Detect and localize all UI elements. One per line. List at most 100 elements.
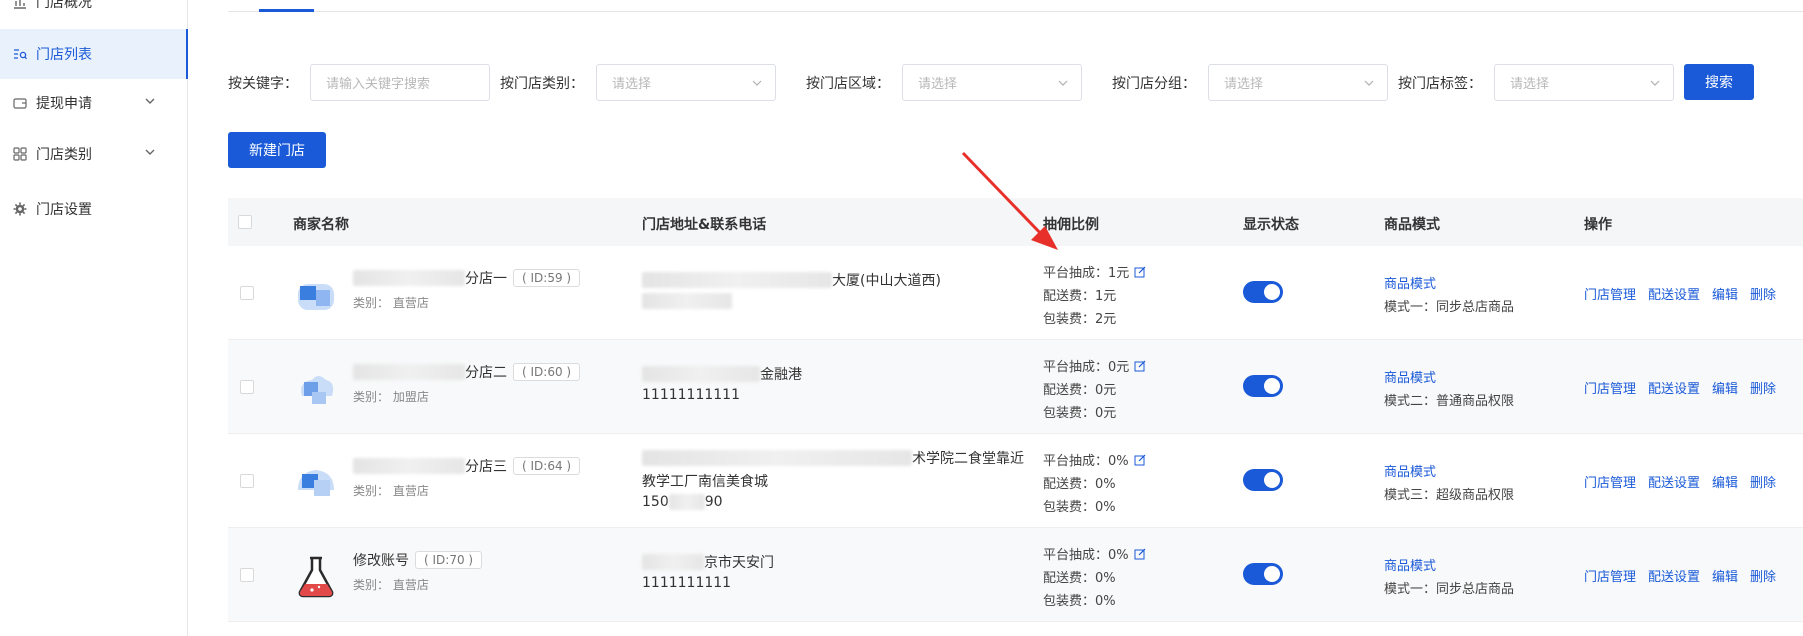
store-manage-link[interactable]: 门店管理 xyxy=(1584,566,1636,585)
group-label: 按门店分组： xyxy=(1112,76,1196,92)
chevron-down-icon xyxy=(1363,77,1375,89)
tab-strip xyxy=(228,0,1803,12)
delete-link[interactable]: 删除 xyxy=(1750,566,1776,585)
select-all-checkbox[interactable] xyxy=(238,215,252,229)
delivery-settings-link[interactable]: 配送设置 xyxy=(1648,378,1700,397)
table-row: 分店三 ( ID:64 ) 类别： 直营店 术学院二食堂靠近 教学工厂南信美食城… xyxy=(228,434,1803,528)
edit-link[interactable]: 编辑 xyxy=(1712,472,1738,491)
redacted-text xyxy=(642,272,832,288)
display-status-toggle[interactable] xyxy=(1243,375,1283,397)
edit-icon[interactable] xyxy=(1134,454,1146,466)
gear-icon xyxy=(12,201,28,217)
delete-link[interactable]: 删除 xyxy=(1750,378,1776,397)
row-checkbox[interactable] xyxy=(240,474,254,488)
tag-label: 按门店标签： xyxy=(1398,76,1482,92)
sidebar-item-store-category[interactable]: 门店类别 xyxy=(0,130,188,178)
edit-icon[interactable] xyxy=(1134,548,1146,560)
edit-link[interactable]: 编辑 xyxy=(1712,284,1738,303)
product-mode-desc: 模式一：同步总店商品 xyxy=(1384,300,1515,315)
edit-icon[interactable] xyxy=(1134,266,1146,278)
store-phone xyxy=(642,293,732,309)
sidebar-item-label: 门店概况 xyxy=(36,0,92,11)
bar-chart-icon xyxy=(12,0,28,10)
store-address: 术学院二食堂靠近 xyxy=(642,448,1024,468)
header-store-name: 商家名称 xyxy=(293,217,349,233)
redacted-text xyxy=(353,364,465,380)
row-checkbox[interactable] xyxy=(240,568,254,582)
commission-packing: 包装费：2元 xyxy=(1043,312,1117,327)
redacted-text xyxy=(642,366,760,382)
sidebar-item-store-list[interactable]: 门店列表 xyxy=(0,29,188,79)
store-id-badge: ( ID:59 ) xyxy=(513,269,581,287)
store-phone: 150 90 xyxy=(642,494,723,510)
store-name: 分店一 ( ID:59 ) xyxy=(353,268,581,288)
store-avatar xyxy=(301,376,334,404)
chevron-down-icon xyxy=(1057,77,1069,89)
header-actions: 操作 xyxy=(1584,217,1612,233)
group-select[interactable]: 请选择 xyxy=(1208,64,1388,101)
store-address: 大厦(中山大道西) xyxy=(642,270,941,290)
delivery-settings-link[interactable]: 配送设置 xyxy=(1648,566,1700,585)
search-button[interactable]: 搜索 xyxy=(1684,64,1754,100)
product-mode-link[interactable]: 商品模式 xyxy=(1384,555,1436,574)
header-address: 门店地址&联系电话 xyxy=(642,217,767,233)
row-actions: 门店管理 配送设置 编辑 删除 xyxy=(1584,378,1776,397)
table-row: 分店二 ( ID:60 ) 类别： 加盟店 金融港 11111111111 平台… xyxy=(228,340,1803,434)
sidebar-item-store-settings[interactable]: 门店设置 xyxy=(0,185,188,233)
chevron-down-icon xyxy=(1649,77,1661,89)
commission-packing: 包装费：0% xyxy=(1043,594,1116,609)
chevron-down-icon[interactable] xyxy=(144,146,158,160)
redacted-text xyxy=(353,270,465,286)
store-id-badge: ( ID:64 ) xyxy=(513,457,581,475)
product-mode-link[interactable]: 商品模式 xyxy=(1384,273,1436,292)
product-mode-link[interactable]: 商品模式 xyxy=(1384,367,1436,386)
keyword-label: 按关键字： xyxy=(228,76,298,92)
edit-icon[interactable] xyxy=(1134,360,1146,372)
display-status-toggle[interactable] xyxy=(1243,469,1283,491)
region-select[interactable]: 请选择 xyxy=(902,64,1082,101)
header-status: 显示状态 xyxy=(1243,217,1299,233)
edit-link[interactable]: 编辑 xyxy=(1712,566,1738,585)
delete-link[interactable]: 删除 xyxy=(1750,472,1776,491)
commission-delivery: 配送费：0% xyxy=(1043,477,1116,492)
store-name: 分店三 ( ID:64 ) xyxy=(353,456,581,476)
row-actions: 门店管理 配送设置 编辑 删除 xyxy=(1584,472,1776,491)
delivery-settings-link[interactable]: 配送设置 xyxy=(1648,472,1700,491)
display-status-toggle[interactable] xyxy=(1243,563,1283,585)
new-store-button[interactable]: 新建门店 xyxy=(228,132,326,168)
sidebar-item-overview[interactable]: 门店概况 xyxy=(0,0,188,26)
table-row: 分店一 ( ID:59 ) 类别： 直营店 大厦(中山大道西) 平台抽成：1元 … xyxy=(228,246,1803,340)
store-category: 类别： 直营店 xyxy=(353,578,429,592)
product-mode-link[interactable]: 商品模式 xyxy=(1384,461,1436,480)
commission-platform: 平台抽成：0元 xyxy=(1043,356,1146,375)
sidebar-item-withdraw[interactable]: 提现申请 xyxy=(0,79,188,127)
store-avatar xyxy=(298,470,334,496)
table-row: 修改账号 ( ID:70 ) 类别： 直营店 京市天安门 1111111111 … xyxy=(228,528,1803,622)
store-manage-link[interactable]: 门店管理 xyxy=(1584,472,1636,491)
store-id-badge: ( ID:60 ) xyxy=(513,363,581,381)
row-checkbox[interactable] xyxy=(240,380,254,394)
product-mode-desc: 模式一：同步总店商品 xyxy=(1384,582,1515,597)
delete-link[interactable]: 删除 xyxy=(1750,284,1776,303)
table-header: 商家名称 门店地址&联系电话 抽佣比例 显示状态 商品模式 操作 xyxy=(228,198,1803,246)
sidebar: 门店概况 门店列表 提现申请 门店类别 门店设置 xyxy=(0,0,188,636)
store-manage-link[interactable]: 门店管理 xyxy=(1584,378,1636,397)
keyword-search-input[interactable]: 请输入关键字搜索 xyxy=(310,64,490,101)
row-checkbox[interactable] xyxy=(240,286,254,300)
commission-packing: 包装费：0% xyxy=(1043,500,1116,515)
delivery-settings-link[interactable]: 配送设置 xyxy=(1648,284,1700,303)
commission-delivery: 配送费：1元 xyxy=(1043,289,1117,304)
store-avatar xyxy=(298,284,334,310)
sidebar-item-label: 提现申请 xyxy=(36,96,92,112)
chevron-down-icon[interactable] xyxy=(144,95,158,109)
row-actions: 门店管理 配送设置 编辑 删除 xyxy=(1584,566,1776,585)
display-status-toggle[interactable] xyxy=(1243,281,1283,303)
flask-icon xyxy=(298,556,334,598)
category-label: 按门店类别： xyxy=(500,76,584,92)
list-search-icon xyxy=(12,46,28,62)
edit-link[interactable]: 编辑 xyxy=(1712,378,1738,397)
category-select[interactable]: 请选择 xyxy=(596,64,776,101)
grid-icon xyxy=(12,146,28,162)
store-manage-link[interactable]: 门店管理 xyxy=(1584,284,1636,303)
tag-select[interactable]: 请选择 xyxy=(1494,64,1674,101)
